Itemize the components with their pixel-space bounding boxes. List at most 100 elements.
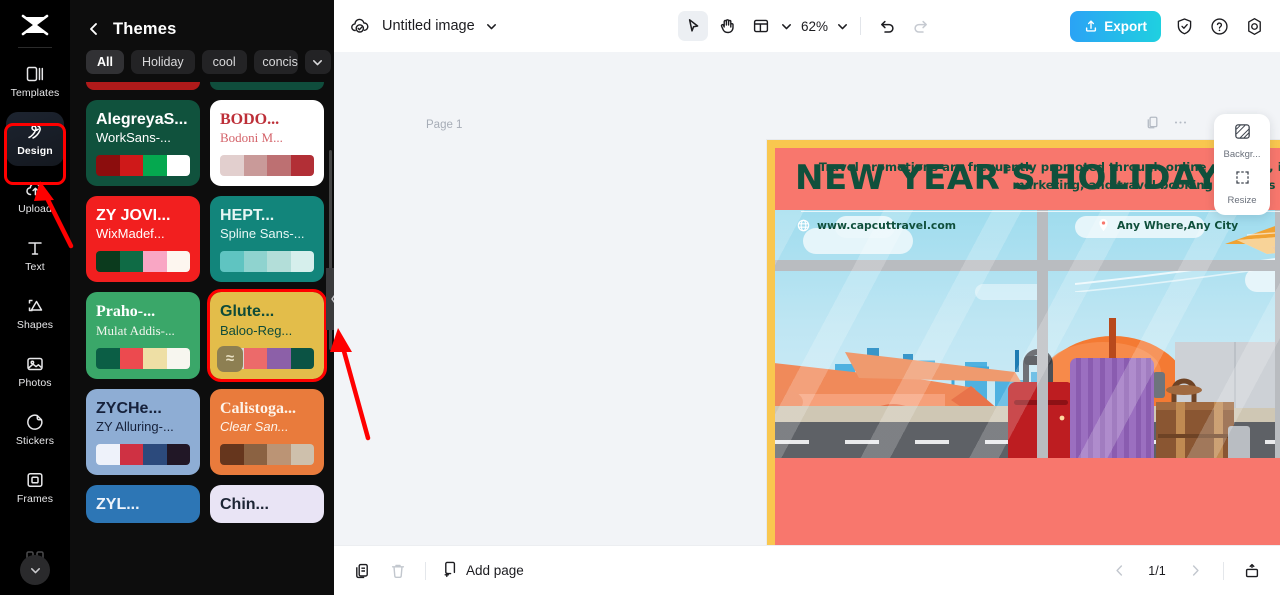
sidebar-item-design[interactable]: Design — [6, 112, 64, 166]
design-footer-band — [775, 458, 1280, 545]
gear-icon[interactable] — [1242, 14, 1266, 38]
theme-card-zyche[interactable]: ZYCHe... ZY Alluring-... — [86, 388, 200, 475]
theme-swatches — [220, 155, 314, 177]
theme-card-hept[interactable]: HEPT... Spline Sans-... — [210, 196, 324, 283]
main-area: Untitled image 62% Export Page 1 NEW YEA… — [334, 0, 1280, 595]
theme-card-subtitle: WorkSans-... — [96, 131, 171, 146]
undo-button[interactable] — [872, 11, 902, 41]
design-body-text[interactable]: Travel promotions are frequently promote… — [801, 158, 1280, 194]
select-tool-button[interactable] — [677, 11, 708, 41]
text-icon — [24, 237, 46, 259]
themes-panel: Themes All Holiday cool concis AlegreyaS… — [70, 0, 334, 595]
trash-icon[interactable] — [386, 559, 410, 583]
chip-all[interactable]: All — [86, 50, 124, 74]
bottom-right-group: 1/1 — [1107, 559, 1264, 583]
layout-chevron-down-icon[interactable] — [780, 19, 794, 33]
theme-filter-chips: All Holiday cool concis — [70, 44, 334, 74]
sidebar-more-button[interactable] — [20, 555, 50, 585]
rail-divider — [18, 47, 52, 48]
help-circle-icon[interactable] — [1207, 14, 1231, 38]
theme-card-zyl[interactable]: ZYL... — [86, 484, 200, 523]
bottom-toolbar: Add page 1/1 — [334, 545, 1280, 595]
capcut-logo-icon[interactable] — [18, 12, 52, 38]
duplicate-icon[interactable] — [350, 559, 374, 583]
design-icon — [24, 121, 46, 143]
theme-card-title: ZYL... — [96, 495, 140, 513]
chip-cool[interactable]: cool — [201, 50, 247, 74]
theme-card-title: Glute... — [220, 303, 275, 321]
sidebar-item-shapes[interactable]: Shapes — [6, 286, 64, 340]
theme-card-zyjovi[interactable]: ZY JOVI... WixMadef... — [86, 196, 200, 283]
background-tool-label: Backgr... — [1223, 149, 1261, 160]
design-contact-website[interactable]: www.capcuttravel.com — [797, 219, 1097, 232]
chip-concise[interactable]: concis — [253, 50, 298, 74]
document-title[interactable]: Untitled image — [382, 18, 475, 34]
shield-check-icon[interactable] — [1172, 14, 1196, 38]
theme-cards-scroll-area[interactable]: AlegreyaS... WorkSans-... BODO... Bodoni… — [86, 82, 327, 595]
canvas-area[interactable]: Page 1 NEW YEAR'S HOLIDAY Travel promoti… — [334, 52, 1280, 545]
theme-swatches — [220, 443, 314, 465]
theme-card-title: ZYCHe... — [96, 399, 162, 417]
design-scene-illustration — [775, 210, 1280, 468]
resize-tool-label: Resize — [1227, 195, 1257, 206]
toolbar-divider — [860, 17, 862, 35]
background-icon — [1233, 122, 1252, 146]
more-horizontal-icon[interactable] — [1173, 115, 1188, 135]
theme-card-praho[interactable]: Praho-... Mulat Addis-... — [86, 292, 200, 379]
frames-icon — [24, 469, 46, 491]
design-artboard[interactable]: NEW YEAR'S HOLIDAY BOOK NOW — [767, 140, 1280, 545]
document-title-chevron-down-icon[interactable] — [485, 19, 499, 33]
next-page-button[interactable] — [1183, 559, 1207, 583]
theme-card-subtitle: Clear San... — [220, 419, 289, 434]
theme-card-alegreya[interactable]: AlegreyaS... WorkSans-... — [86, 100, 200, 187]
theme-card-subtitle: Bodoni M... — [220, 131, 283, 146]
duplicate-page-icon[interactable] — [1145, 115, 1160, 135]
theme-card-title: AlegreyaS... — [96, 111, 188, 128]
chip-holiday[interactable]: Holiday — [130, 50, 195, 74]
theme-card-bodoni[interactable]: BODO... Bodoni M... — [210, 100, 324, 187]
sidebar-item-frames[interactable]: Frames — [6, 460, 64, 514]
theme-card-subtitle: WixMadef... — [96, 227, 165, 242]
bottom-divider — [425, 561, 426, 580]
theme-card-partial-top-left[interactable] — [86, 82, 200, 90]
sidebar-label-photos: Photos — [18, 377, 52, 390]
present-icon[interactable] — [1240, 559, 1264, 583]
zoom-chevron-down-icon[interactable] — [835, 19, 849, 33]
sidebar-item-stickers[interactable]: Stickers — [6, 402, 64, 456]
sidebar-label-text: Text — [25, 261, 45, 274]
pin-icon — [1099, 218, 1108, 232]
layout-tool-button[interactable] — [746, 11, 776, 41]
sidebar-item-photos[interactable]: Photos — [6, 344, 64, 398]
prev-page-button[interactable] — [1107, 559, 1131, 583]
panel-collapse-handle[interactable] — [326, 268, 334, 330]
hand-tool-button[interactable] — [712, 11, 742, 41]
export-button[interactable]: Export — [1070, 10, 1161, 42]
zoom-level-label[interactable]: 62% — [798, 19, 831, 34]
add-page-button[interactable]: Add page — [441, 560, 524, 581]
sidebar-label-stickers: Stickers — [15, 435, 55, 448]
theme-card-calistoga[interactable]: Calistoga... Clear San... — [210, 388, 324, 475]
theme-applied-badge: ≈ — [217, 345, 243, 372]
resize-tool-button[interactable]: Resize — [1217, 168, 1267, 206]
theme-card-partial-top-right[interactable] — [210, 82, 324, 90]
chips-expand-button[interactable] — [304, 50, 331, 74]
redo-button[interactable] — [906, 11, 936, 41]
sidebar-label-upload: Upload — [18, 203, 52, 216]
background-tool-button[interactable]: Backgr... — [1217, 122, 1267, 160]
theme-card-title: BODO... — [220, 111, 280, 128]
sidebar-item-templates[interactable]: Templates — [6, 54, 64, 108]
theme-card-chin[interactable]: Chin... — [210, 484, 324, 523]
theme-cards-grid: AlegreyaS... WorkSans-... BODO... Bodoni… — [86, 82, 327, 523]
cloud-saved-icon[interactable] — [348, 14, 372, 38]
panel-title: Themes — [113, 19, 177, 38]
contact-text: www.capcuttravel.com — [817, 218, 956, 232]
theme-card-subtitle: Baloo-Reg... — [220, 323, 293, 338]
sidebar-item-text[interactable]: Text — [6, 228, 64, 282]
page-label: Page 1 — [426, 119, 463, 131]
themes-panel-header: Themes — [70, 0, 334, 44]
back-button[interactable] — [86, 21, 102, 37]
shapes-icon — [24, 295, 46, 317]
theme-card-glute[interactable]: Glute... Baloo-Reg... ≈ — [207, 289, 327, 382]
design-contact-address[interactable]: Any Where,Any City — [1097, 218, 1280, 232]
sidebar-item-upload[interactable]: Upload — [6, 170, 64, 224]
